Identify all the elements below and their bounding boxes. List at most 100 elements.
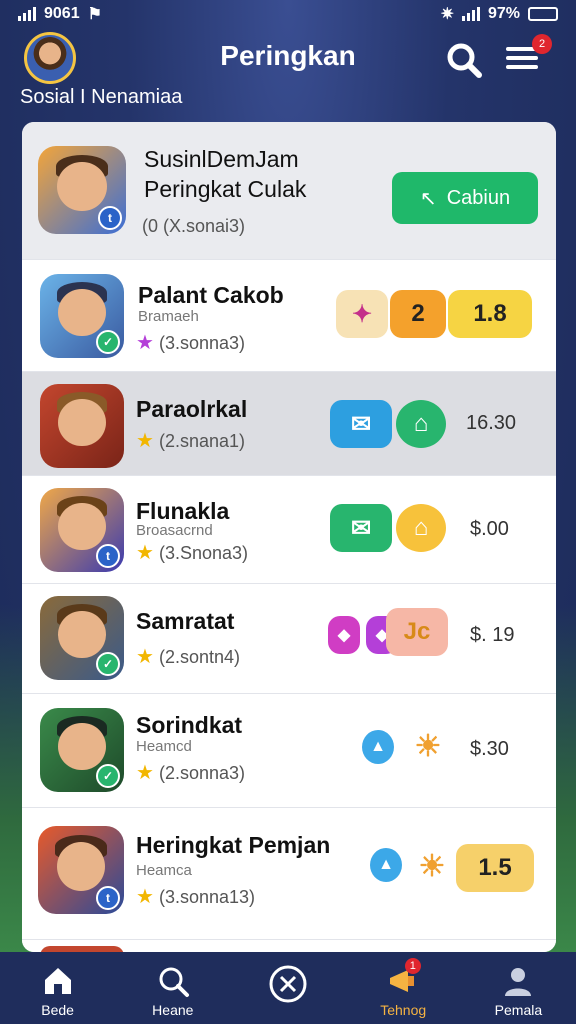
- divider: I: [80, 86, 92, 108]
- app-icon: ✓: [40, 274, 124, 358]
- app-badge-icon: ✓: [96, 330, 120, 354]
- item-title: Sorindkat: [136, 712, 243, 738]
- item-price: $.00: [470, 518, 509, 540]
- bottom-nav: Bede Heane 1 Tehnog Pemala: [0, 952, 576, 1024]
- app-badge-icon: t: [96, 886, 120, 910]
- item-title: Heringkat Pemjan: [136, 832, 331, 858]
- search-icon: [447, 43, 482, 78]
- gem-icon[interactable]: ✦: [336, 290, 388, 338]
- app-icon: ✓: [40, 708, 124, 792]
- ghost-icon[interactable]: ▲: [362, 730, 394, 764]
- header-subtitle-left[interactable]: Sosial: [20, 86, 74, 108]
- nav-home[interactable]: Bede: [0, 952, 115, 1024]
- item-price: 16.30: [466, 412, 517, 434]
- featured-action-label: Cabiun: [446, 186, 511, 209]
- signal-icon: [18, 7, 36, 21]
- nav-tehnog[interactable]: 1 Tehnog: [346, 952, 461, 1024]
- mail-icon[interactable]: ✉: [330, 400, 392, 448]
- item-rating: ★ (2.snana1): [136, 430, 246, 452]
- mail-icon[interactable]: ✉: [330, 504, 392, 552]
- search-icon: [159, 967, 189, 997]
- score-chip: 1.8: [448, 290, 532, 338]
- list-item[interactable]: t Heringkat Pemjan Heamca ★ (3.sonna13) …: [22, 808, 556, 940]
- featured-title-line1: SusinlDemJam: [144, 146, 299, 172]
- battery-icon: [528, 7, 558, 21]
- score-chip: 1.5: [456, 844, 534, 892]
- nav-profile[interactable]: Pemala: [461, 952, 576, 1024]
- list-item[interactable]: ✓ Samratat ★ (2.sontn4) ◆ ◆ Jc $. 19: [22, 584, 556, 694]
- star-icon: ★: [136, 886, 154, 908]
- app-icon: t: [40, 488, 124, 572]
- person-icon: [505, 968, 532, 996]
- nav-label: Bede: [41, 1002, 74, 1018]
- hero-app-icon: t: [38, 146, 126, 234]
- item-rating: ★ (2.sontn4): [136, 646, 240, 668]
- nav-badge: 1: [404, 958, 421, 974]
- app-icon: t: [38, 826, 124, 914]
- item-title: Paraolrkal: [136, 396, 248, 422]
- cube-icon[interactable]: ◆: [328, 616, 360, 654]
- nav-label: Tehnog: [380, 1002, 427, 1018]
- nav-close[interactable]: [230, 952, 345, 1024]
- mascot-icon[interactable]: ☀: [412, 842, 452, 890]
- menu-button[interactable]: 2: [506, 34, 552, 82]
- item-rating: ★ (3.sonna13): [136, 886, 256, 908]
- app-badge-icon: t: [98, 206, 122, 230]
- item-price: $.30: [470, 738, 509, 760]
- header-subtitle-right[interactable]: Nenamiaa: [91, 86, 182, 108]
- item-subtitle: Heamca: [136, 862, 192, 879]
- status-bar: 9061 ⚑ ✷ 97%: [0, 0, 576, 28]
- item-title: Samratat: [136, 608, 235, 634]
- app-badge-icon: t: [96, 544, 120, 568]
- mascot-icon[interactable]: ☀: [408, 722, 448, 770]
- app-icon: [40, 384, 124, 468]
- home-icon[interactable]: ⌂: [396, 400, 446, 448]
- star-icon: ★: [136, 332, 154, 354]
- cursor-icon: ↖: [419, 187, 437, 210]
- featured-rating: (0 (X.sonai3): [142, 216, 246, 236]
- list-item-partial[interactable]: [22, 940, 556, 952]
- item-price: $. 19: [470, 624, 515, 646]
- battery-percent: 97%: [487, 5, 520, 22]
- star-icon: ★: [136, 646, 154, 668]
- item-subtitle: Heamcd: [136, 738, 192, 755]
- ghost-icon[interactable]: ▲: [370, 848, 402, 882]
- star-icon: ★: [136, 542, 154, 564]
- featured-action-button[interactable]: ↖ Cabiun: [392, 172, 538, 224]
- bluetooth-icon: ✷: [440, 6, 454, 23]
- item-title: Palant Cakob: [138, 282, 284, 308]
- home-icon[interactable]: ⌂: [396, 504, 446, 552]
- list-item[interactable]: t Flunakla Broasacrnd ★ (3.Snona3) ✉ ⌂ $…: [22, 476, 556, 584]
- app-icon: ✓: [40, 596, 124, 680]
- item-rating: ★ (2.sonna3): [136, 762, 246, 784]
- nav-search[interactable]: Heane: [115, 952, 230, 1024]
- page-title: Peringkan: [220, 40, 356, 71]
- item-rating: ★ (3.sonna3): [136, 332, 246, 354]
- featured-row[interactable]: t SusinlDemJam Peringkat Culak (0 (X.son…: [22, 122, 556, 260]
- list-item[interactable]: ✓ Palant Cakob Bramaeh ★ (3.sonna3) ✦ 2 …: [22, 260, 556, 372]
- ranking-list: t SusinlDemJam Peringkat Culak (0 (X.son…: [22, 122, 556, 952]
- search-button[interactable]: [444, 40, 484, 80]
- list-item[interactable]: Paraolrkal ★ (2.snana1) ✉ ⌂ 16.30: [22, 372, 556, 476]
- star-icon: ★: [136, 430, 154, 452]
- bonus-chip: Jc: [386, 608, 448, 656]
- status-time: 9061: [44, 5, 80, 22]
- home-icon: [44, 968, 71, 994]
- signal-strength-icon: [461, 7, 480, 21]
- app-header: Sosial I Nenamiaa Peringkan 2: [0, 28, 576, 120]
- featured-title-line2: Peringkat Culak: [144, 176, 307, 202]
- shield-icon: ⚑: [87, 6, 102, 23]
- header-subtitle: Sosial I Nenamiaa: [20, 86, 182, 109]
- item-rating: ★ (3.Snona3): [136, 542, 249, 564]
- app-badge-icon: ✓: [96, 652, 120, 676]
- star-icon: ★: [136, 762, 154, 784]
- notification-badge: 2: [532, 34, 552, 54]
- close-circle-icon: [269, 965, 307, 1003]
- nav-label: Heane: [152, 1002, 194, 1018]
- list-item[interactable]: ✓ Sorindkat Heamcd ★ (2.sonna3) ▲ ☀ $.30: [22, 694, 556, 808]
- item-subtitle: Broasacrnd: [136, 522, 213, 539]
- item-title: Flunakla: [136, 498, 230, 524]
- nav-label: Pemala: [494, 1002, 543, 1018]
- app-badge-icon: ✓: [96, 764, 120, 788]
- item-subtitle: Bramaeh: [138, 308, 199, 325]
